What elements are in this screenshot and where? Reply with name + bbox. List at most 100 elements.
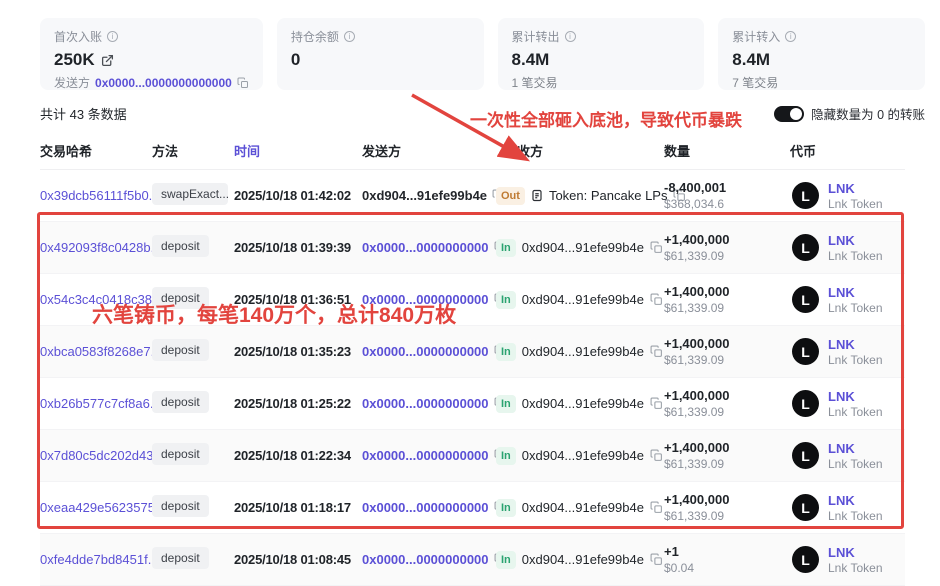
token-symbol-link[interactable]: LNK bbox=[828, 493, 883, 508]
receiver-cell: In 0xd904...91efe99b4e bbox=[496, 395, 664, 413]
header-time[interactable]: 时间 bbox=[234, 141, 362, 160]
token-name: Lnk Token bbox=[828, 509, 883, 523]
sender-address-link[interactable]: 0x0000...0000000000 bbox=[362, 396, 489, 411]
copy-icon[interactable] bbox=[650, 397, 663, 410]
total-out-txcount: 1 笔交易 bbox=[512, 74, 691, 91]
first-inflow-value: 250K bbox=[54, 50, 95, 70]
sender-address-link[interactable]: 0x0000...0000000000 bbox=[362, 292, 489, 307]
method-badge: deposit bbox=[152, 235, 209, 257]
token-symbol-link[interactable]: LNK bbox=[828, 233, 883, 248]
first-sender-row: 发送方 0x0000...0000000000000 bbox=[54, 74, 249, 91]
copy-icon[interactable] bbox=[650, 293, 663, 306]
receiver-address: 0xd904...91efe99b4e bbox=[522, 396, 644, 411]
time-cell: 2025/10/18 01:35:23 bbox=[234, 344, 362, 359]
card-total-out: 累计转出 i 8.4M 1 笔交易 bbox=[498, 18, 705, 90]
card-balance: 持仓余额 i 0 bbox=[277, 18, 484, 90]
card-label: 首次入账 i bbox=[54, 28, 249, 45]
balance-value: 0 bbox=[291, 50, 300, 70]
token-symbol-link[interactable]: LNK bbox=[828, 441, 883, 456]
method-cell: deposit bbox=[152, 547, 234, 572]
sender-address-link[interactable]: 0x0000...0000000000000 bbox=[95, 76, 232, 90]
card-total-in: 累计转入 i 8.4M 7 笔交易 bbox=[718, 18, 925, 90]
card-label: 累计转出 i bbox=[512, 28, 691, 45]
tx-hash-link[interactable]: 0x7d80c5dc202d43... bbox=[40, 448, 152, 463]
method-badge: deposit bbox=[152, 547, 209, 569]
sender-address-link[interactable]: 0x0000...0000000000 bbox=[362, 448, 489, 463]
tx-hash-link[interactable]: 0xbca0583f8268e7... bbox=[40, 344, 152, 359]
tx-hash-link[interactable]: 0x54c3c4c0418c38... bbox=[40, 292, 152, 307]
token-name: Lnk Token bbox=[828, 197, 883, 211]
copy-icon[interactable] bbox=[237, 77, 249, 89]
method-cell: deposit bbox=[152, 391, 234, 416]
method-badge: deposit bbox=[152, 287, 209, 309]
token-name: Lnk Token bbox=[828, 405, 883, 419]
tx-hash-link[interactable]: 0x492093f8c0428b... bbox=[40, 240, 152, 255]
sender-address-link[interactable]: 0x0000...0000000000 bbox=[362, 344, 489, 359]
tx-hash-link[interactable]: 0xeaa429e5623575... bbox=[40, 500, 152, 515]
token-cell: L LNK Lnk Token bbox=[790, 181, 905, 211]
copy-icon[interactable] bbox=[650, 345, 663, 358]
receiver-address: 0xd904...91efe99b4e bbox=[522, 240, 644, 255]
contract-icon bbox=[531, 189, 543, 202]
token-icon: L bbox=[792, 494, 819, 521]
header-sender: 发送方 bbox=[362, 141, 496, 160]
amount-cell: +1,400,000 $61,339.09 bbox=[664, 388, 790, 419]
tx-hash-link[interactable]: 0x39dcb56111f5b0... bbox=[40, 188, 152, 203]
toggle-label: 隐藏数量为 0 的转账 bbox=[811, 104, 925, 123]
amount-cell: +1,400,000 $61,339.09 bbox=[664, 440, 790, 471]
external-link-icon[interactable] bbox=[101, 54, 114, 67]
method-cell: deposit bbox=[152, 495, 234, 520]
direction-badge: Out bbox=[496, 187, 525, 205]
sender-address-link[interactable]: 0x0000...0000000000 bbox=[362, 500, 489, 515]
time-cell: 2025/10/18 01:42:02 bbox=[234, 188, 362, 203]
direction-badge: In bbox=[496, 343, 516, 361]
sender-cell: 0x0000...0000000000 bbox=[362, 292, 496, 307]
direction-badge: In bbox=[496, 447, 516, 465]
info-icon[interactable]: i bbox=[344, 31, 355, 42]
receiver-address: 0xd904...91efe99b4e bbox=[522, 344, 644, 359]
receiver-address: 0xd904...91efe99b4e bbox=[522, 500, 644, 515]
copy-icon[interactable] bbox=[650, 553, 663, 566]
card-label: 持仓余额 i bbox=[291, 28, 470, 45]
token-icon: L bbox=[792, 182, 819, 209]
token-symbol-link[interactable]: LNK bbox=[828, 545, 883, 560]
time-cell: 2025/10/18 01:08:45 bbox=[234, 552, 362, 567]
token-icon: L bbox=[792, 442, 819, 469]
info-icon[interactable]: i bbox=[785, 31, 796, 42]
time-cell: 2025/10/18 01:18:17 bbox=[234, 500, 362, 515]
method-cell: deposit bbox=[152, 339, 234, 364]
table-row: 0xb26b577c7cf8a6... deposit 2025/10/18 0… bbox=[40, 378, 905, 430]
receiver-address-link[interactable]: Token: Pancake LPs bbox=[549, 188, 668, 203]
direction-badge: In bbox=[496, 499, 516, 517]
amount-usd: $61,339.09 bbox=[664, 405, 790, 419]
amount-value: +1,400,000 bbox=[664, 336, 790, 351]
tx-hash-link[interactable]: 0xb26b577c7cf8a6... bbox=[40, 396, 152, 411]
token-cell: L LNK Lnk Token bbox=[790, 545, 905, 575]
token-symbol-link[interactable]: LNK bbox=[828, 285, 883, 300]
receiver-cell: In 0xd904...91efe99b4e bbox=[496, 551, 664, 569]
amount-usd: $61,339.09 bbox=[664, 457, 790, 471]
amount-usd: $61,339.09 bbox=[664, 249, 790, 263]
token-icon: L bbox=[792, 546, 819, 573]
sender-address-link[interactable]: 0x0000...0000000000 bbox=[362, 552, 489, 567]
sender-address-link[interactable]: 0x0000...0000000000 bbox=[362, 240, 489, 255]
copy-icon[interactable] bbox=[650, 449, 663, 462]
receiver-cell: In 0xd904...91efe99b4e bbox=[496, 447, 664, 465]
card-label-text: 累计转入 bbox=[732, 28, 780, 45]
toggle-knob bbox=[790, 108, 802, 120]
token-symbol-link[interactable]: LNK bbox=[828, 337, 883, 352]
copy-icon[interactable] bbox=[650, 501, 663, 514]
token-symbol-link[interactable]: LNK bbox=[828, 389, 883, 404]
info-icon[interactable]: i bbox=[565, 31, 576, 42]
token-symbol-link[interactable]: LNK bbox=[828, 181, 883, 196]
table-row: 0x492093f8c0428b... deposit 2025/10/18 0… bbox=[40, 222, 905, 274]
info-icon[interactable]: i bbox=[107, 31, 118, 42]
stat-cards: 首次入账 i 250K 发送方 0x0000...0000000000000 持… bbox=[40, 18, 925, 90]
copy-icon[interactable] bbox=[650, 241, 663, 254]
method-badge: deposit bbox=[152, 443, 209, 465]
hide-zero-toggle[interactable] bbox=[774, 106, 804, 122]
card-label-text: 首次入账 bbox=[54, 28, 102, 45]
table-row: 0x7d80c5dc202d43... deposit 2025/10/18 0… bbox=[40, 430, 905, 482]
amount-cell: +1,400,000 $61,339.09 bbox=[664, 336, 790, 367]
tx-hash-link[interactable]: 0xfe4dde7bd8451f... bbox=[40, 552, 152, 567]
